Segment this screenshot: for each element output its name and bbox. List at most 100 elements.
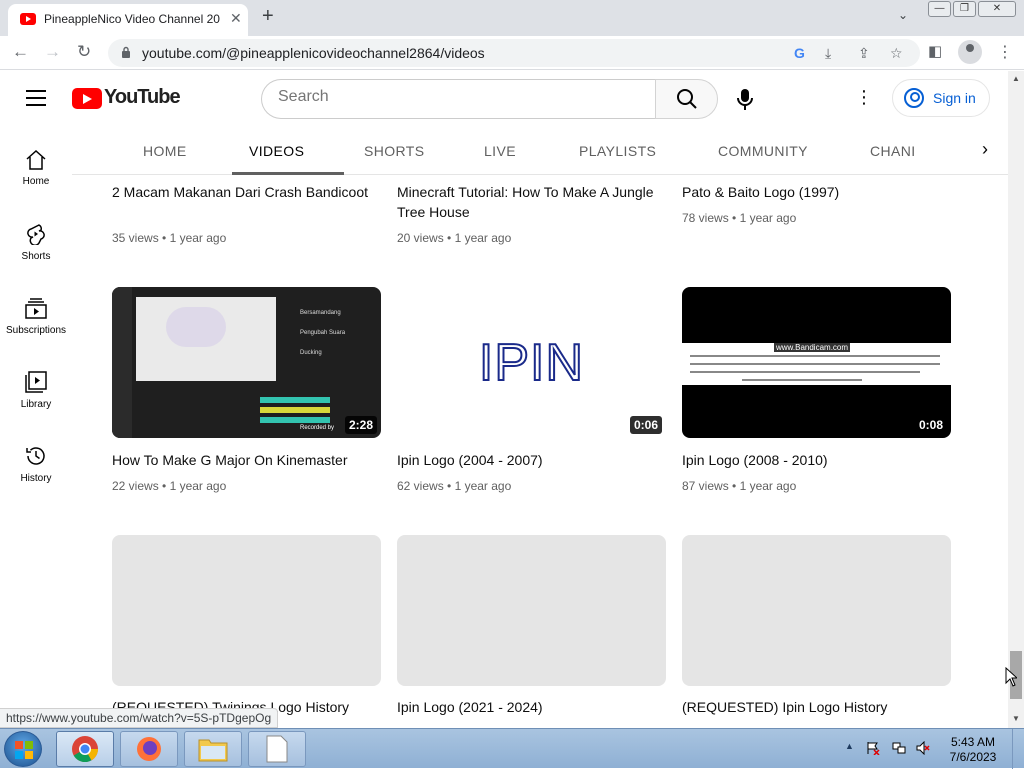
profile-avatar-icon[interactable]	[958, 40, 982, 64]
tab-shorts[interactable]: SHORTS	[364, 143, 425, 159]
minimize-button[interactable]: —	[928, 1, 951, 17]
guide-item-history[interactable]: History	[0, 445, 72, 519]
restore-button[interactable]: ❐	[953, 1, 976, 17]
tab-community[interactable]: COMMUNITY	[718, 143, 808, 159]
windows-taskbar: ▲ 5:43 AM 7/6/2023	[0, 728, 1024, 769]
video-title[interactable]: Minecraft Tutorial: How To Make A Jungle…	[397, 182, 665, 222]
view-count: 62 views	[397, 479, 444, 493]
link-status-url: https://www.youtube.com/watch?v=5S-pTDge…	[0, 708, 279, 728]
video-meta: 35 views • 1 year ago	[112, 231, 227, 245]
hamburger-menu-icon[interactable]	[26, 90, 46, 106]
video-title[interactable]: Pato & Baito Logo (1997)	[682, 182, 950, 202]
video-title[interactable]: (REQUESTED) Ipin Logo History	[682, 697, 950, 717]
network-icon[interactable]	[892, 741, 906, 755]
search-button[interactable]	[655, 79, 718, 119]
search-input[interactable]	[278, 88, 638, 106]
bookmark-star-icon[interactable]: ☆	[890, 45, 903, 62]
search-box[interactable]	[261, 79, 655, 119]
tab-live[interactable]: LIVE	[484, 143, 516, 159]
active-tab-indicator	[232, 172, 344, 175]
page-scrollbar[interactable]	[1008, 71, 1024, 728]
youtube-masthead: YouTube ⋮ Sign in	[0, 71, 1008, 127]
editor-menu-item: Bersamandang	[300, 310, 341, 316]
volume-muted-icon[interactable]	[916, 741, 930, 755]
upload-age: 1 year ago	[454, 231, 512, 245]
show-desktop-button[interactable]	[1012, 729, 1024, 769]
taskbar-firefox-button[interactable]	[120, 731, 178, 767]
view-count: 22 views	[112, 479, 159, 493]
back-arrow-icon[interactable]: ←	[12, 42, 29, 62]
video-title[interactable]: 2 Macam Makanan Dari Crash Bandicoot	[112, 182, 380, 202]
browser-tab[interactable]: PineappleNico Video Channel 20 ✕	[8, 4, 248, 36]
video-title[interactable]: Ipin Logo (2021 - 2024)	[397, 697, 665, 717]
tab-channels[interactable]: CHANI	[870, 143, 916, 159]
thumbnail-text-band: www.Bandicam.com	[682, 343, 951, 385]
start-button[interactable]	[4, 731, 42, 767]
video-meta: 78 views • 1 year ago	[682, 211, 797, 225]
close-window-button[interactable]: ✕	[978, 1, 1016, 17]
windows-logo-icon	[15, 741, 33, 759]
close-tab-icon[interactable]: ✕	[230, 10, 242, 27]
view-count: 87 views	[682, 479, 729, 493]
home-icon	[26, 150, 46, 170]
firefox-icon	[137, 737, 161, 761]
voice-search-button[interactable]	[730, 81, 760, 117]
scroll-up-arrow-icon[interactable]: ▲	[1012, 74, 1020, 83]
youtube-wordmark[interactable]: YouTube	[104, 86, 181, 109]
video-meta: 22 views • 1 year ago	[112, 479, 227, 493]
search-icon	[677, 89, 697, 109]
video-thumbnail[interactable]: IPIN 0:06	[397, 287, 666, 438]
taskbar-explorer-button[interactable]	[184, 731, 242, 767]
video-thumbnail[interactable]: Bersamandang Pengubah Suara Ducking Reco…	[112, 287, 381, 438]
forward-arrow-icon[interactable]: →	[44, 42, 61, 62]
taskbar-chrome-button[interactable]	[56, 731, 114, 767]
video-title[interactable]: Ipin Logo (2008 - 2010)	[682, 450, 950, 470]
video-thumbnail-placeholder[interactable]	[112, 535, 381, 686]
tab-videos[interactable]: VIDEOS	[249, 143, 304, 159]
video-title[interactable]: How To Make G Major On Kinemaster	[112, 450, 380, 470]
action-center-flag-icon[interactable]	[866, 741, 880, 755]
url-text: youtube.com/@pineapplenicovideochannel28…	[142, 45, 485, 61]
sign-in-button[interactable]: Sign in	[892, 79, 990, 117]
tab-home[interactable]: HOME	[143, 143, 187, 159]
guide-item-library[interactable]: Library	[0, 371, 72, 445]
video-thumbnail-placeholder[interactable]	[397, 535, 666, 686]
timeline-clip	[260, 397, 330, 403]
history-icon	[26, 447, 45, 465]
guide-label: Library	[20, 399, 52, 410]
video-thumbnail[interactable]: www.Bandicam.com 0:08	[682, 287, 951, 438]
address-bar[interactable]: youtube.com/@pineapplenicovideochannel28…	[108, 39, 920, 67]
tab-playlists[interactable]: PLAYLISTS	[579, 143, 656, 159]
clock-time: 5:43 AM	[950, 735, 996, 749]
subscriptions-icon	[25, 298, 47, 319]
new-tab-button[interactable]: +	[262, 5, 274, 28]
youtube-logo-icon[interactable]	[72, 88, 102, 109]
library-icon	[25, 371, 47, 393]
browser-menu-icon[interactable]: ⋮	[997, 42, 1013, 62]
show-hidden-icons-icon[interactable]: ▲	[845, 741, 854, 751]
scroll-down-arrow-icon[interactable]: ▼	[1012, 714, 1020, 723]
upload-age: 1 year ago	[169, 231, 227, 245]
lock-icon	[122, 46, 130, 58]
side-panel-icon[interactable]: ◧	[928, 42, 942, 60]
sign-in-label: Sign in	[933, 90, 976, 106]
settings-more-icon[interactable]: ⋮	[855, 87, 873, 108]
reload-icon[interactable]: ↻	[77, 42, 91, 62]
taskbar-document-button[interactable]	[248, 731, 306, 767]
install-app-icon[interactable]: ⤓	[825, 45, 831, 62]
timeline-clip	[260, 407, 330, 413]
video-thumbnail-placeholder[interactable]	[682, 535, 951, 686]
guide-label: History	[20, 473, 52, 484]
guide-item-shorts[interactable]: Shorts	[0, 223, 72, 297]
tab-search-chevron-icon[interactable]: ⌄	[898, 8, 908, 22]
google-lens-icon[interactable]: G	[794, 45, 805, 61]
guide-item-home[interactable]: Home	[0, 150, 72, 224]
video-duration: 0:08	[914, 416, 947, 434]
share-icon[interactable]: ⇪	[858, 45, 870, 62]
video-title[interactable]: Ipin Logo (2004 - 2007)	[397, 450, 665, 470]
ipin-logo-text: IPIN	[478, 333, 585, 393]
bandicam-watermark: www.Bandicam.com	[774, 343, 851, 352]
guide-item-subscriptions[interactable]: Subscriptions	[0, 297, 72, 371]
system-clock[interactable]: 5:43 AM 7/6/2023	[940, 735, 1006, 765]
tabs-scroll-next-button[interactable]: ›	[922, 127, 1008, 173]
